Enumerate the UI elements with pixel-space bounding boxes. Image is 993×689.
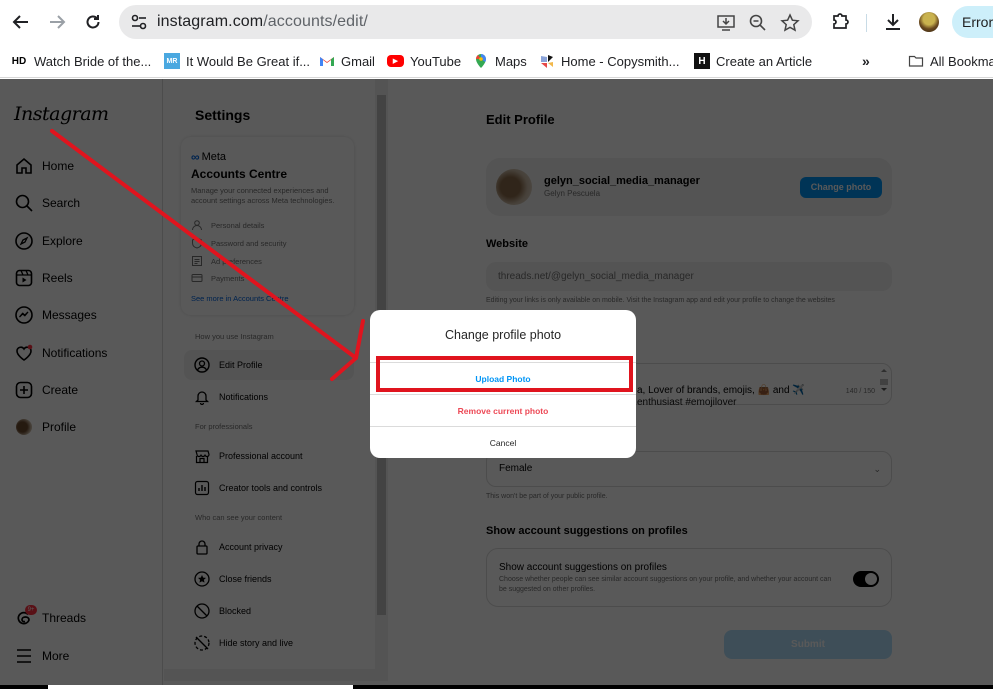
url-host: instagram.com — [157, 13, 264, 30]
profile-error-button[interactable]: Error — [952, 6, 993, 38]
bookmark-label: Maps — [495, 53, 527, 69]
youtube-icon: ▶ — [387, 55, 404, 67]
folder-icon — [908, 55, 924, 67]
screen: instagram.com/accounts/edit/ Error HD Wa… — [0, 0, 993, 689]
forward-button[interactable] — [45, 10, 69, 34]
bookmark-label: Gmail — [341, 53, 375, 69]
download-icon[interactable] — [882, 11, 904, 33]
change-photo-dialog: Change profile photo Upload Photo Remove… — [370, 310, 636, 458]
gmail-icon — [320, 57, 334, 66]
remove-photo-button[interactable]: Remove current photo — [370, 394, 636, 426]
arrow-left-icon — [12, 15, 28, 29]
toolbar-divider — [866, 14, 867, 32]
bookmark-label: Home - Copysmith... — [561, 53, 680, 69]
reload-button[interactable] — [81, 10, 105, 34]
bookmark-star-icon[interactable] — [780, 13, 800, 33]
back-button[interactable] — [9, 10, 33, 34]
hd-icon: HD — [11, 55, 27, 67]
dialog-title: Change profile photo — [444, 328, 562, 342]
bookmark-item[interactable]: Home - Copysmith... — [539, 52, 679, 70]
maps-icon — [476, 54, 486, 68]
url-path: /accounts/edit/ — [263, 13, 368, 30]
browser-toolbar: instagram.com/accounts/edit/ Error — [0, 0, 993, 44]
site-settings-icon[interactable] — [129, 12, 149, 32]
bookmark-label: All Bookmarks — [930, 53, 993, 69]
url-text[interactable]: instagram.com/accounts/edit/ — [157, 13, 368, 31]
bookmark-item[interactable]: H Create an Article — [694, 52, 812, 70]
all-bookmarks-button[interactable]: All Bookmarks — [908, 52, 993, 70]
bookmark-label: Watch Bride of the... — [34, 53, 152, 69]
extensions-icon[interactable] — [829, 11, 851, 33]
zoom-icon[interactable] — [748, 13, 768, 33]
bookmarks-overflow-button[interactable]: » — [862, 52, 870, 70]
bookmark-label: YouTube — [410, 53, 462, 69]
profile-avatar[interactable] — [919, 12, 939, 32]
bookmark-item[interactable]: ▶ YouTube — [387, 52, 461, 70]
bookmark-label: Create an Article — [716, 53, 813, 69]
address-bar[interactable]: instagram.com/accounts/edit/ — [119, 5, 812, 39]
upload-photo-button[interactable]: Upload Photo — [370, 362, 636, 394]
cancel-button[interactable]: Cancel — [370, 426, 636, 458]
bookmark-item[interactable]: Gmail — [319, 52, 375, 70]
arrow-right-icon — [50, 15, 66, 29]
h-icon: H — [694, 53, 710, 69]
mr-icon: MR — [164, 53, 180, 69]
bookmarks-bar: HD Watch Bride of the... MR It Would Be … — [0, 44, 993, 78]
bookmark-label: It Would Be Great if... — [186, 53, 311, 69]
reload-icon — [86, 15, 100, 29]
bookmark-item[interactable]: MR It Would Be Great if... — [164, 52, 310, 70]
install-app-icon[interactable] — [716, 13, 736, 33]
taskbar-strip — [0, 685, 993, 689]
bookmark-item[interactable]: Maps — [473, 52, 527, 70]
copysmith-icon — [541, 55, 553, 68]
taskbar-segment — [48, 685, 353, 689]
bookmark-item[interactable]: HD Watch Bride of the... — [10, 52, 152, 70]
